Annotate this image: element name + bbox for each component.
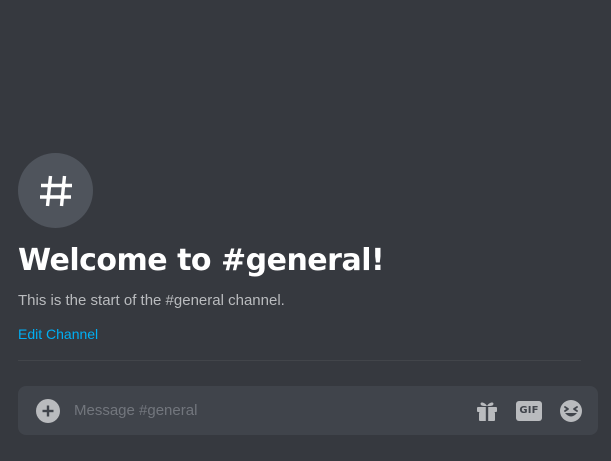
message-input[interactable] xyxy=(74,399,458,422)
welcome-subtitle: This is the start of the #general channe… xyxy=(18,292,285,309)
divider xyxy=(18,360,581,361)
message-composer: GIF xyxy=(18,386,598,435)
emoji-icon xyxy=(560,399,582,422)
emoji-button[interactable] xyxy=(558,398,584,424)
hash-icon xyxy=(39,175,72,206)
gift-button[interactable] xyxy=(474,398,500,424)
gif-button[interactable]: GIF xyxy=(516,398,542,424)
plus-circle-icon xyxy=(42,405,54,416)
channel-hash-avatar xyxy=(18,153,93,228)
composer-buttons: GIF xyxy=(458,398,584,424)
welcome-title: Welcome to #general! xyxy=(18,243,385,278)
gif-label: GIF xyxy=(516,400,542,421)
gift-icon xyxy=(477,402,497,421)
attach-button[interactable] xyxy=(36,398,60,423)
edit-channel-link[interactable]: Edit Channel xyxy=(18,325,98,343)
channel-welcome: Welcome to #general! This is the start o… xyxy=(18,153,581,343)
chat-view: Welcome to #general! This is the start o… xyxy=(0,0,611,461)
